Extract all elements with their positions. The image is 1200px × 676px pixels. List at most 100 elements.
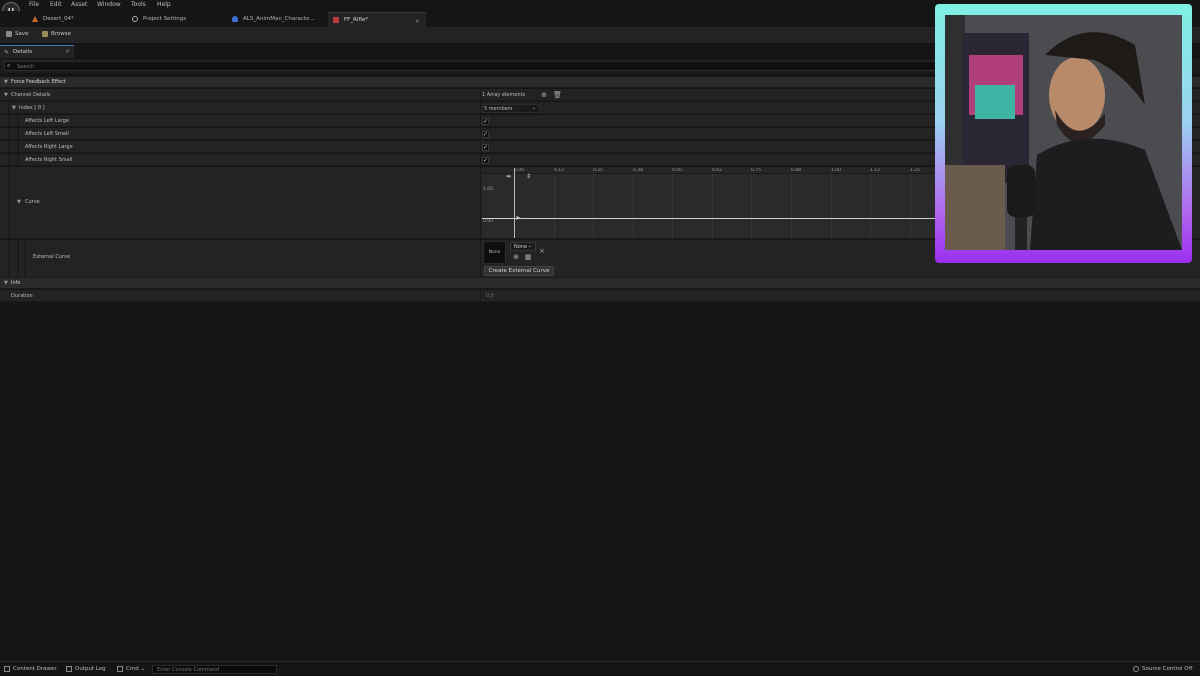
collapse-arrow-icon[interactable]: ▼ — [4, 92, 8, 98]
close-tab-icon[interactable]: × — [415, 18, 420, 25]
indent-guide — [8, 240, 10, 277]
arcade-screen — [975, 85, 1015, 119]
mic-stand — [1015, 217, 1027, 250]
content-drawer-button[interactable]: Content Drawer — [4, 666, 57, 672]
grid-line — [633, 174, 634, 238]
tab-als-animman[interactable]: ALS_AnimMan_Characte... — [227, 12, 323, 27]
curve-line[interactable] — [482, 218, 937, 219]
ruler-tick: 0.62 — [712, 168, 723, 173]
duration-value: 0.0 — [486, 293, 494, 299]
details-tab[interactable]: ✎ Details × — [0, 45, 74, 58]
cmd-icon — [117, 666, 123, 672]
zoom-vertical-icon[interactable]: ⇕ — [526, 173, 531, 180]
affects-right-large-checkbox[interactable]: ✓ — [482, 144, 489, 151]
level-icon — [32, 16, 38, 22]
create-external-curve-button[interactable]: Create External Curve — [484, 266, 554, 276]
ruler-tick: 0.25 — [593, 168, 604, 173]
webcam-video — [945, 15, 1182, 250]
grid-line — [593, 174, 594, 238]
indent-guide — [8, 115, 10, 126]
column-splitter[interactable] — [480, 115, 481, 126]
tab-label: Desert_04* — [43, 16, 74, 22]
content-drawer-label: Content Drawer — [13, 666, 57, 672]
zoom-horizontal-icon[interactable]: ⇹ — [506, 173, 511, 180]
chevron-down-icon: ⌄ — [527, 243, 532, 249]
affects-left-large-checkbox[interactable]: ✓ — [482, 118, 489, 125]
cmd-label: Cmd — [126, 666, 139, 672]
grid-line — [751, 174, 752, 238]
use-selected-icon[interactable]: ⊕ — [512, 253, 520, 261]
cmd-dropdown[interactable]: Cmd ⌄ — [117, 666, 145, 672]
asset-picker-value: None — [514, 244, 528, 250]
column-splitter[interactable] — [480, 167, 481, 238]
indent-guide — [8, 154, 10, 165]
property-label: External Curve — [33, 254, 71, 260]
playhead[interactable] — [514, 168, 515, 238]
collapse-arrow-icon[interactable]: ▼ — [17, 199, 21, 205]
grid-line — [831, 174, 832, 238]
ruler-tick: 0.12 — [554, 168, 565, 173]
menu-window[interactable]: Window — [97, 1, 121, 8]
indent-guide — [8, 102, 10, 113]
y-axis-label-bottom: 0.00 — [483, 219, 494, 224]
webcam-scene — [945, 15, 1182, 250]
folder-icon — [42, 31, 48, 37]
column-splitter[interactable] — [480, 290, 481, 301]
source-control-button[interactable]: Source Control Off — [1133, 666, 1192, 672]
menu-asset[interactable]: Asset — [71, 1, 87, 8]
column-splitter[interactable] — [480, 128, 481, 139]
grid-line — [554, 174, 555, 238]
members-dropdown[interactable]: 5 members ⌄ — [482, 104, 540, 113]
save-button[interactable]: Save — [6, 31, 29, 37]
property-label: Affects Right Small — [25, 157, 73, 163]
grid-line — [672, 174, 673, 238]
asset-thumbnail[interactable]: None — [483, 241, 506, 264]
output-log-button[interactable]: Output Log — [66, 666, 106, 672]
menu-edit[interactable]: Edit — [50, 1, 62, 8]
tab-ff-rifle[interactable]: FF_Rifle* × — [328, 12, 426, 27]
browse-asset-icon[interactable]: ▦ — [524, 253, 532, 261]
chevron-down-icon: ⌄ — [140, 666, 146, 672]
affects-left-small-checkbox[interactable]: ✓ — [482, 131, 489, 138]
property-label: Affects Left Small — [25, 131, 69, 137]
category-label: Force Feedback Effect — [11, 79, 66, 85]
collapse-arrow-icon[interactable]: ▼ — [4, 79, 8, 85]
category-info[interactable]: ▼ Info — [0, 278, 1200, 289]
curve-editor[interactable]: 0.00 0.12 0.25 0.38 0.50 0.62 0.75 0.88 … — [482, 168, 937, 238]
tab-project-settings[interactable]: Project Settings — [127, 12, 194, 27]
indent-guide — [17, 154, 19, 165]
browse-button[interactable]: Browse — [42, 31, 71, 37]
console-command-input[interactable] — [152, 665, 277, 674]
indent-guide — [17, 115, 19, 126]
ruler-tick: 0.00 — [514, 168, 525, 173]
collapse-arrow-icon[interactable]: ▼ — [4, 280, 8, 286]
clear-icon[interactable]: × — [538, 247, 546, 255]
indent-guide — [17, 141, 19, 152]
add-element-icon[interactable]: ⊕ — [540, 91, 548, 99]
column-splitter[interactable] — [480, 141, 481, 152]
pencil-icon: ✎ — [4, 49, 10, 56]
asset-picker-dropdown[interactable]: None ⌄ — [510, 242, 536, 251]
indent-guide — [8, 167, 10, 238]
trash-icon[interactable]: 🗑 — [553, 91, 562, 99]
tab-label: Project Settings — [143, 16, 187, 22]
column-splitter[interactable] — [480, 154, 481, 165]
column-splitter[interactable] — [480, 89, 481, 100]
menu-help[interactable]: Help — [157, 1, 171, 8]
menu-file[interactable]: File — [29, 1, 39, 8]
column-splitter[interactable] — [480, 240, 481, 277]
column-splitter[interactable] — [480, 102, 481, 113]
property-duration: Duration 0.0 — [0, 290, 1200, 302]
tab-label: ALS_AnimMan_Characte... — [243, 16, 315, 22]
time-ruler[interactable]: 0.00 0.12 0.25 0.38 0.50 0.62 0.75 0.88 … — [482, 168, 937, 174]
indent-guide — [8, 128, 10, 139]
affects-right-small-checkbox[interactable]: ✓ — [482, 157, 489, 164]
menu-tools[interactable]: Tools — [131, 1, 146, 8]
property-label: Curve — [25, 199, 40, 205]
close-details-icon[interactable]: × — [65, 48, 70, 55]
tab-label: FF_Rifle* — [344, 17, 369, 23]
collapse-arrow-icon[interactable]: ▼ — [12, 105, 16, 111]
members-count: 5 members — [484, 106, 513, 112]
content-drawer-icon — [4, 666, 10, 672]
tab-desert[interactable]: Desert_04* — [27, 12, 82, 27]
